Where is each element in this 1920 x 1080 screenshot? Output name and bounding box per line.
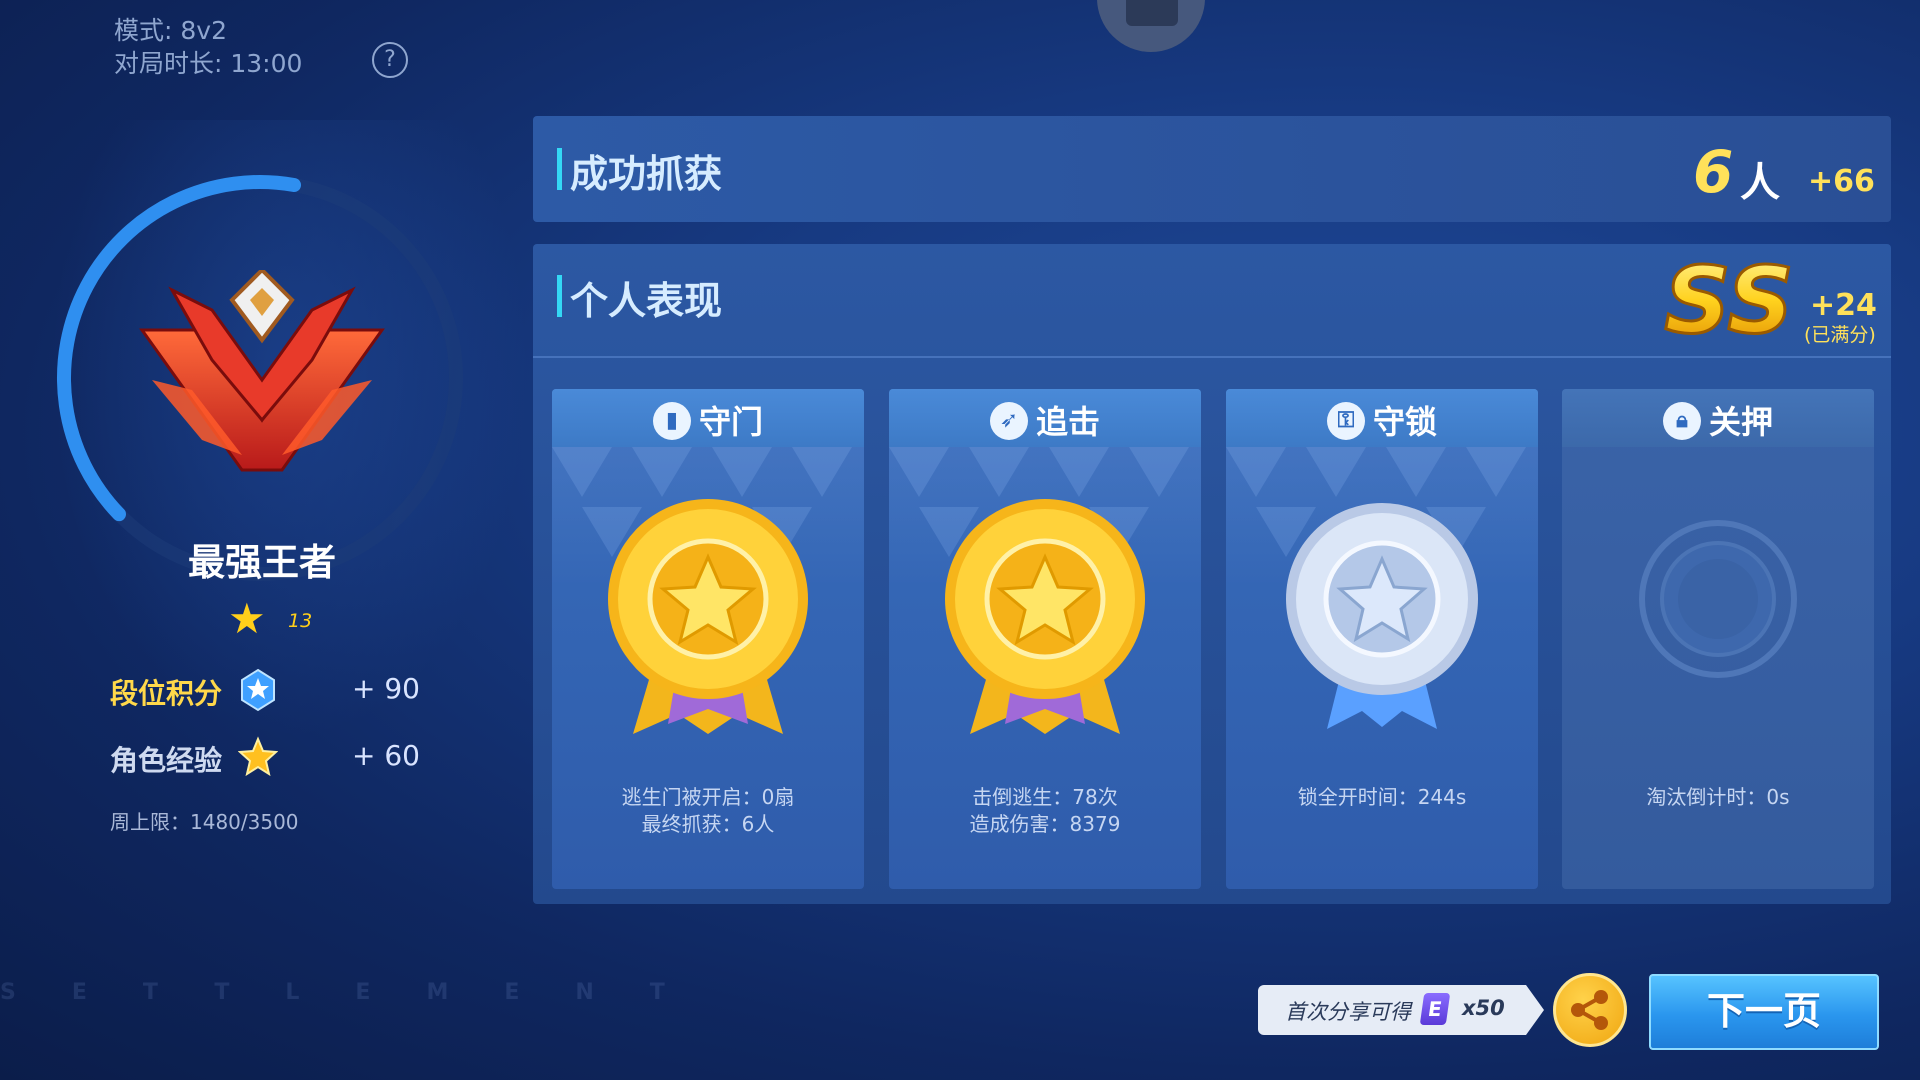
puzzle-icon bbox=[1126, 0, 1178, 26]
stat-line-2: 最终抓获：6人 bbox=[641, 812, 775, 836]
grade-bonus: +24 bbox=[1810, 288, 1877, 323]
rank-score-value: + 90 bbox=[352, 672, 420, 705]
card-title: ➶ 追击 bbox=[889, 397, 1201, 443]
share-button[interactable] bbox=[1553, 973, 1627, 1047]
rank-score-row: 段位积分 + 90 bbox=[110, 668, 420, 712]
catch-bonus: +66 bbox=[1808, 164, 1875, 199]
star-icon: ★ bbox=[228, 594, 266, 643]
exp-star-icon bbox=[238, 736, 278, 777]
card-door-guard: ▮ 守门 逃生门被开启：0扇 最终抓获：6人 bbox=[552, 389, 864, 889]
char-exp-row: 角色经验 + 60 bbox=[110, 735, 420, 779]
performance-title: 个人表现 bbox=[570, 279, 723, 323]
lock-icon: 🔒︎ bbox=[1662, 402, 1701, 440]
share-pill-arrow bbox=[1526, 985, 1544, 1035]
match-info: 模式: 8v2 对局时长: 13:00 bbox=[114, 14, 302, 80]
settlement-watermark: SETTLEMENT bbox=[0, 980, 721, 1005]
card-title: 🔒︎ 关押 bbox=[1562, 397, 1874, 443]
card-title: ▮ 守门 bbox=[552, 397, 864, 443]
catch-panel bbox=[533, 116, 1891, 222]
gold-medal-icon bbox=[608, 499, 808, 734]
weekly-limit: 周上限：1480/3500 bbox=[110, 810, 299, 834]
duration-label: 对局时长: 13:00 bbox=[114, 49, 303, 78]
grade-ss-icon: SS bbox=[1663, 252, 1795, 348]
card-lock-guard: ⚿ 守锁 锁全开时间：244s bbox=[1226, 389, 1538, 889]
card-title: ⚿ 守锁 bbox=[1226, 397, 1538, 443]
share-icon bbox=[1571, 990, 1608, 1030]
performance-divider bbox=[533, 356, 1891, 358]
card-title-text: 守锁 bbox=[1372, 403, 1437, 441]
share-reward-text: 首次分享可得 bbox=[1285, 1000, 1411, 1024]
mode-label: 模式: 8v2 bbox=[114, 16, 227, 45]
star-count: 13 bbox=[288, 610, 313, 632]
card-title-text: 关押 bbox=[1708, 403, 1773, 441]
stat-line-1: 锁全开时间：244s bbox=[1297, 785, 1467, 809]
chase-icon: ➶ bbox=[989, 402, 1028, 440]
catch-title: 成功抓获 bbox=[570, 152, 723, 196]
share-reward-qty: x50 bbox=[1462, 996, 1505, 1020]
stat-line-1: 淘汰倒计时：0s bbox=[1646, 785, 1790, 809]
card-chase: ➶ 追击 击倒逃生：78次 造成伤害：8379 bbox=[889, 389, 1201, 889]
stat-line-1: 击倒逃生：78次 bbox=[972, 785, 1118, 809]
stat-line-2: 造成伤害：8379 bbox=[969, 812, 1121, 836]
rank-score-label: 段位积分 bbox=[110, 677, 223, 710]
catch-unit: 人 bbox=[1740, 160, 1780, 206]
card-imprison: 🔒︎ 关押 淘汰倒计时：0s bbox=[1562, 389, 1874, 889]
gold-medal-icon bbox=[945, 499, 1145, 734]
stat-line-1: 逃生门被开启：0扇 bbox=[621, 785, 795, 809]
silver-medal-icon bbox=[1286, 503, 1478, 729]
door-icon: ▮ bbox=[652, 402, 691, 440]
char-exp-label: 角色经验 bbox=[110, 744, 223, 777]
catch-title-bar bbox=[557, 148, 562, 190]
performance-title-bar bbox=[557, 275, 562, 317]
card-title-text: 守门 bbox=[698, 403, 763, 441]
empty-medal-icon bbox=[1639, 520, 1797, 678]
currency-e-icon: E bbox=[1419, 993, 1451, 1025]
grade-note: (已满分) bbox=[1804, 324, 1876, 346]
rank-star-badge-icon bbox=[241, 668, 275, 712]
grade-text: SS bbox=[1664, 252, 1793, 348]
card-title-text: 追击 bbox=[1035, 403, 1100, 441]
king-rank-emblem-icon bbox=[139, 270, 385, 472]
char-exp-value: + 60 bbox=[352, 739, 420, 772]
rank-name: 最强王者 bbox=[188, 541, 336, 584]
wrench-icon: ⚿ bbox=[1326, 402, 1365, 440]
catch-count: 6 bbox=[1693, 138, 1734, 206]
rank-stars: ★ 13 bbox=[228, 598, 312, 640]
next-page-button[interactable]: 下一页 bbox=[1649, 974, 1879, 1050]
help-icon[interactable]: ? bbox=[372, 42, 408, 78]
